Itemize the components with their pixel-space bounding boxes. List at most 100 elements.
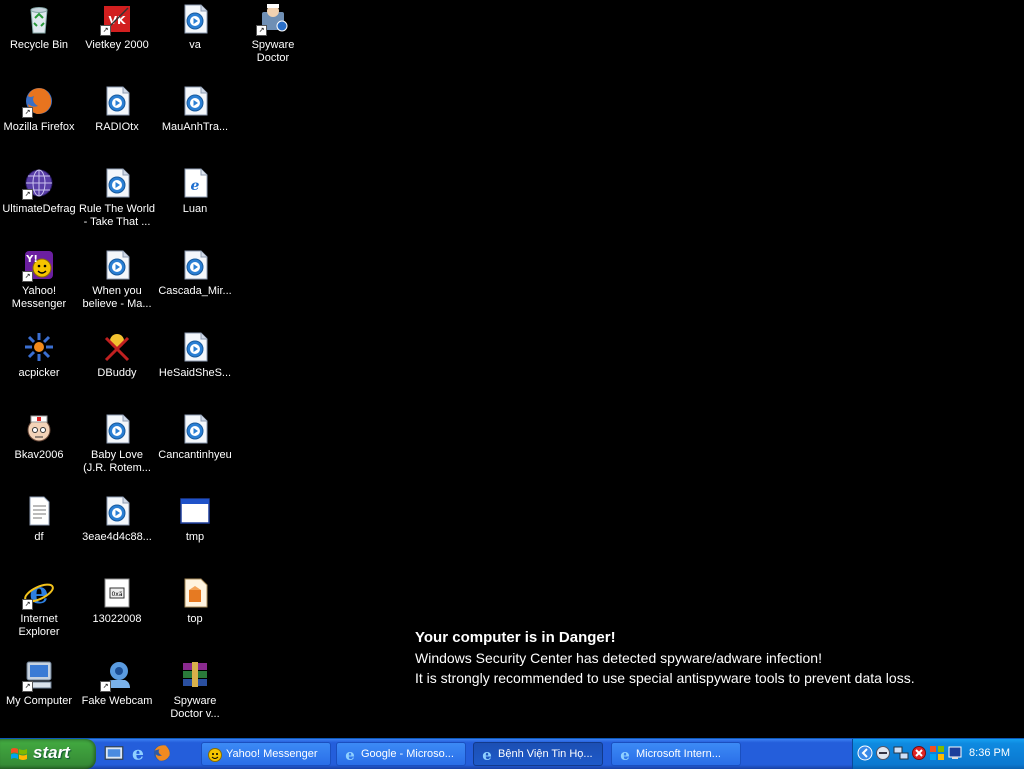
warning-title: Your computer is in Danger! bbox=[415, 629, 616, 646]
desktop-icon[interactable]: VK ↗ Vietkey 2000 bbox=[78, 2, 156, 82]
desktop-icon[interactable]: ↗ Fake Webcam bbox=[78, 658, 156, 738]
fake-webcam-icon: ↗ bbox=[100, 658, 134, 692]
media-file-icon bbox=[178, 412, 212, 446]
quick-launch: e bbox=[104, 742, 172, 765]
desktop-icon[interactable]: HeSaidSheS... bbox=[156, 330, 234, 410]
taskbar: start e Yahoo! Messenger e Google - Micros… bbox=[0, 738, 1024, 769]
desktop-icon-label: Bkav2006 bbox=[14, 449, 64, 461]
desktop-icon-label: RADIOtx bbox=[95, 121, 139, 133]
firefox-icon[interactable] bbox=[152, 743, 172, 763]
desktop-icon[interactable]: acpicker bbox=[0, 330, 78, 410]
desktop[interactable]: Recycle Bin VK ↗ Vietkey 2000 va ↗ Spyware Doc… bbox=[0, 0, 1024, 738]
desktop-icon-label: Vietkey 2000 bbox=[85, 39, 149, 51]
media-file-icon bbox=[178, 330, 212, 364]
desktop-icon-label: Fake Webcam bbox=[81, 695, 153, 707]
clock[interactable]: 8:36 PM bbox=[969, 747, 1010, 759]
window-file-icon bbox=[178, 494, 212, 528]
desktop-icon[interactable]: Rule The World - Take That ... bbox=[78, 166, 156, 246]
taskbar-button[interactable]: e Microsoft Intern... bbox=[611, 742, 741, 766]
ie-window-icon: e bbox=[479, 746, 495, 764]
desktop-icon-label: DBuddy bbox=[97, 367, 137, 379]
system-tray: 8:36 PM bbox=[852, 739, 1024, 769]
desktop-icon[interactable]: Baby Love (J.R. Rotem... bbox=[78, 412, 156, 492]
desktop-icon[interactable]: Cancantinhyeu bbox=[156, 412, 234, 492]
display-icon[interactable] bbox=[947, 745, 963, 761]
ie-window-icon: e bbox=[342, 746, 358, 764]
svg-text:e: e bbox=[132, 743, 144, 763]
taskbar-button-label: Google - Microso... bbox=[361, 748, 454, 760]
desktop-icon-label: Baby Love (J.R. Rotem... bbox=[83, 449, 151, 474]
media-file-icon bbox=[100, 248, 134, 282]
media-file-icon bbox=[100, 84, 134, 118]
red-x-icon[interactable] bbox=[911, 745, 927, 761]
windows-flag-icon bbox=[11, 748, 27, 760]
desktop-icon[interactable]: When you believe - Ma... bbox=[78, 248, 156, 328]
dbuddy-icon bbox=[100, 330, 134, 364]
network-icon[interactable] bbox=[893, 745, 909, 761]
show-desktop-icon[interactable] bbox=[104, 743, 124, 763]
desktop-icon[interactable]: ↗ My Computer bbox=[0, 658, 78, 738]
desktop-icon-label: Spyware Doctor bbox=[251, 39, 295, 64]
bkav-icon bbox=[22, 412, 56, 446]
desktop-icon-label: df bbox=[34, 531, 44, 543]
desktop-icon-label: Cascada_Mir... bbox=[158, 285, 232, 297]
security-icon[interactable] bbox=[929, 745, 945, 761]
desktop-icon-label: Mozilla Firefox bbox=[3, 121, 75, 133]
text-file-icon bbox=[22, 494, 56, 528]
desktop-icon[interactable]: Bkav2006 bbox=[0, 412, 78, 492]
chevron-left-icon[interactable] bbox=[857, 745, 873, 761]
desktop-icon[interactable]: DBuddy bbox=[78, 330, 156, 410]
desktop-icon[interactable]: tmp bbox=[156, 494, 234, 574]
desktop-icon[interactable]: top bbox=[156, 576, 234, 656]
spyware-doctor-icon: ↗ bbox=[256, 2, 290, 36]
desktop-icon[interactable]: Y! ↗ Yahoo! Messenger bbox=[0, 248, 78, 328]
desktop-icon[interactable]: RADIOtx bbox=[78, 84, 156, 164]
shortcut-arrow-icon: ↗ bbox=[22, 107, 33, 118]
desktop-icon-label: When you believe - Ma... bbox=[82, 285, 152, 310]
desktop-icon-label: Spyware Doctor v... bbox=[170, 695, 220, 720]
svg-text:e: e bbox=[620, 747, 630, 763]
desktop-icon-label: top bbox=[187, 613, 203, 625]
desktop-icon-label: Yahoo! Messenger bbox=[11, 285, 67, 310]
recycle-bin-icon bbox=[22, 2, 56, 36]
desktop-icon-label: UltimateDefrag bbox=[2, 203, 76, 215]
desktop-icon[interactable]: va bbox=[156, 2, 234, 82]
start-button[interactable]: start bbox=[0, 739, 96, 769]
desktop-icon[interactable]: ↗ Spyware Doctor bbox=[234, 2, 312, 82]
desktop-icon-label: Cancantinhyeu bbox=[158, 449, 232, 461]
desktop-icon[interactable]: Recycle Bin bbox=[0, 2, 78, 82]
shortcut-arrow-icon: ↗ bbox=[100, 681, 111, 692]
firefox-icon: ↗ bbox=[22, 84, 56, 118]
desktop-icon[interactable]: MauAnhTra... bbox=[156, 84, 234, 164]
taskbar-button[interactable]: e Bệnh Viện Tin Họ... bbox=[473, 742, 603, 766]
desktop-icon[interactable]: 0xä 13022008 bbox=[78, 576, 156, 656]
internet-explorer-icon[interactable]: e bbox=[128, 742, 148, 764]
desktop-icon[interactable]: Spyware Doctor v... bbox=[156, 658, 234, 738]
winrar-archive-icon bbox=[178, 658, 212, 692]
tray-icons bbox=[857, 745, 963, 761]
desktop-icon[interactable]: e Luan bbox=[156, 166, 234, 246]
minus-circle-icon[interactable] bbox=[875, 745, 891, 761]
svg-text:e: e bbox=[482, 747, 492, 763]
desktop-icon[interactable]: e ↗ Internet Explorer bbox=[0, 576, 78, 656]
yahoo-messenger-icon: Y! ↗ bbox=[22, 248, 56, 282]
svg-text:e: e bbox=[345, 747, 355, 763]
top-file-icon bbox=[178, 576, 212, 610]
taskbar-button[interactable]: Yahoo! Messenger bbox=[201, 742, 331, 766]
desktop-icon-label: Luan bbox=[182, 203, 208, 215]
taskbar-button[interactable]: e Google - Microso... bbox=[336, 742, 466, 766]
desktop-icon[interactable]: ↗ UltimateDefrag bbox=[0, 166, 78, 246]
desktop-icon-label: va bbox=[189, 39, 201, 51]
shortcut-arrow-icon: ↗ bbox=[22, 189, 33, 200]
yahoo-messenger-icon bbox=[207, 747, 223, 763]
media-file-icon bbox=[100, 412, 134, 446]
taskbar-button-label: Yahoo! Messenger bbox=[226, 748, 318, 760]
desktop-icon[interactable]: 3eae4d4c88... bbox=[78, 494, 156, 574]
desktop-icon[interactable]: Cascada_Mir... bbox=[156, 248, 234, 328]
desktop-icon-label: 3eae4d4c88... bbox=[82, 531, 152, 543]
desktop-icon[interactable]: ↗ Mozilla Firefox bbox=[0, 84, 78, 164]
desktop-icon[interactable]: df bbox=[0, 494, 78, 574]
vietkey-icon: VK ↗ bbox=[100, 2, 134, 36]
desktop-icon-label: Recycle Bin bbox=[9, 39, 69, 51]
image-file-icon: 0xä bbox=[100, 576, 134, 610]
